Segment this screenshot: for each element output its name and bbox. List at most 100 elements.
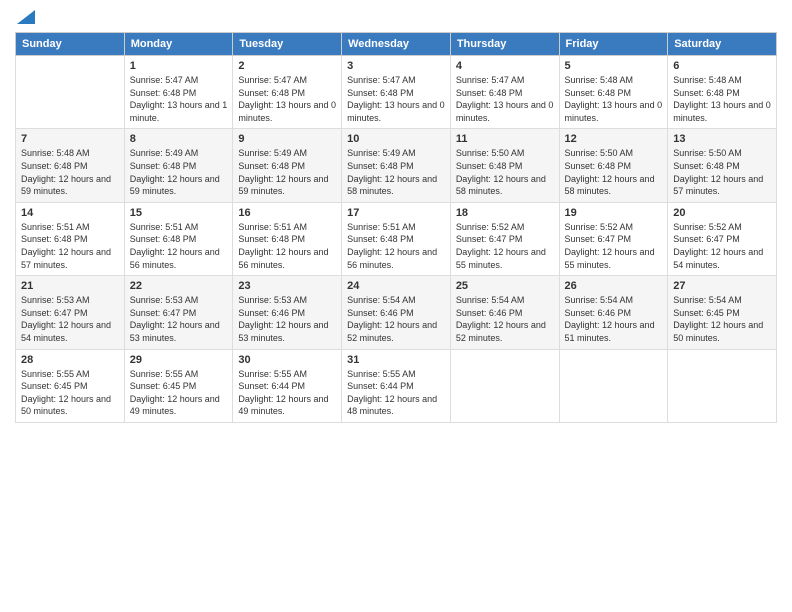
calendar-cell: 31Sunrise: 5:55 AMSunset: 6:44 PMDayligh…: [342, 349, 451, 422]
calendar-cell: 10 Sunrise: 5:49 AMSunset: 6:48 PMDayligh…: [342, 129, 451, 202]
calendar-cell: 29 Sunrise: 5:55 AMSunset: 6:45 PMDayligh…: [124, 349, 233, 422]
day-info: Sunrise: 5:55 AMSunset: 6:45 PMDaylight:…: [21, 368, 119, 418]
header: [15, 10, 777, 24]
day-number: 17: [347, 207, 445, 219]
weekday-header-friday: Friday: [559, 33, 668, 56]
calendar-cell: 1 Sunrise: 5:47 AMSunset: 6:48 PMDaylight…: [124, 56, 233, 129]
calendar-cell: [559, 349, 668, 422]
calendar-cell: [668, 349, 777, 422]
logo: [15, 10, 35, 24]
day-info: Sunrise: 5:47 AMSunset: 6:48 PMDaylight:…: [238, 74, 336, 124]
day-number: 13: [673, 133, 771, 145]
day-number: 20: [673, 207, 771, 219]
day-number: 1: [130, 60, 228, 72]
day-number: 9: [238, 133, 336, 145]
day-info: Sunrise: 5:53 AMSunset: 6:47 PMDaylight:…: [130, 294, 228, 344]
day-info: Sunrise: 5:51 AMSunset: 6:48 PMDaylight:…: [130, 221, 228, 271]
week-row-2: 7 Sunrise: 5:48 AMSunset: 6:48 PMDaylight…: [16, 129, 777, 202]
calendar-cell: 26Sunrise: 5:54 AMSunset: 6:46 PMDayligh…: [559, 276, 668, 349]
day-info: Sunrise: 5:54 AMSunset: 6:46 PMDaylight:…: [347, 294, 445, 344]
calendar-cell: 24 Sunrise: 5:54 AMSunset: 6:46 PMDayligh…: [342, 276, 451, 349]
day-info: Sunrise: 5:50 AMSunset: 6:48 PMDaylight:…: [565, 147, 663, 197]
day-info: Sunrise: 5:49 AMSunset: 6:48 PMDaylight:…: [130, 147, 228, 197]
calendar-cell: 11 Sunrise: 5:50 AMSunset: 6:48 PMDayligh…: [450, 129, 559, 202]
day-info: Sunrise: 5:54 AMSunset: 6:45 PMDaylight:…: [673, 294, 771, 344]
calendar-cell: 20 Sunrise: 5:52 AMSunset: 6:47 PMDayligh…: [668, 202, 777, 275]
calendar-cell: 19 Sunrise: 5:52 AMSunset: 6:47 PMDayligh…: [559, 202, 668, 275]
calendar-cell: 16 Sunrise: 5:51 AMSunset: 6:48 PMDayligh…: [233, 202, 342, 275]
day-info: Sunrise: 5:51 AMSunset: 6:48 PMDaylight:…: [238, 221, 336, 271]
day-number: 21: [21, 280, 119, 292]
week-row-3: 14 Sunrise: 5:51 AMSunset: 6:48 PMDayligh…: [16, 202, 777, 275]
calendar-cell: [16, 56, 125, 129]
weekday-header-row: SundayMondayTuesdayWednesdayThursdayFrid…: [16, 33, 777, 56]
day-number: 7: [21, 133, 119, 145]
day-info: Sunrise: 5:55 AMSunset: 6:45 PMDaylight:…: [130, 368, 228, 418]
calendar-cell: 28 Sunrise: 5:55 AMSunset: 6:45 PMDayligh…: [16, 349, 125, 422]
day-number: 29: [130, 354, 228, 366]
calendar-cell: 17 Sunrise: 5:51 AMSunset: 6:48 PMDayligh…: [342, 202, 451, 275]
day-number: 15: [130, 207, 228, 219]
logo-icon: [17, 10, 35, 24]
day-number: 31: [347, 354, 445, 366]
day-number: 3: [347, 60, 445, 72]
day-number: 18: [456, 207, 554, 219]
calendar-cell: 8 Sunrise: 5:49 AMSunset: 6:48 PMDaylight…: [124, 129, 233, 202]
day-info: Sunrise: 5:48 AMSunset: 6:48 PMDaylight:…: [21, 147, 119, 197]
day-info: Sunrise: 5:52 AMSunset: 6:47 PMDaylight:…: [456, 221, 554, 271]
weekday-header-tuesday: Tuesday: [233, 33, 342, 56]
weekday-header-saturday: Saturday: [668, 33, 777, 56]
weekday-header-thursday: Thursday: [450, 33, 559, 56]
day-info: Sunrise: 5:51 AMSunset: 6:48 PMDaylight:…: [347, 221, 445, 271]
day-number: 4: [456, 60, 554, 72]
calendar-cell: 15 Sunrise: 5:51 AMSunset: 6:48 PMDayligh…: [124, 202, 233, 275]
day-info: Sunrise: 5:50 AMSunset: 6:48 PMDaylight:…: [456, 147, 554, 197]
day-info: Sunrise: 5:52 AMSunset: 6:47 PMDaylight:…: [565, 221, 663, 271]
day-number: 12: [565, 133, 663, 145]
calendar-cell: 30Sunrise: 5:55 AMSunset: 6:44 PMDayligh…: [233, 349, 342, 422]
day-number: 24: [347, 280, 445, 292]
day-info: Sunrise: 5:47 AMSunset: 6:48 PMDaylight:…: [130, 74, 228, 124]
calendar-table: SundayMondayTuesdayWednesdayThursdayFrid…: [15, 32, 777, 423]
day-info: Sunrise: 5:54 AMSunset: 6:46 PMDaylight:…: [456, 294, 554, 344]
calendar-cell: 12 Sunrise: 5:50 AMSunset: 6:48 PMDayligh…: [559, 129, 668, 202]
day-info: Sunrise: 5:52 AMSunset: 6:47 PMDaylight:…: [673, 221, 771, 271]
day-number: 5: [565, 60, 663, 72]
day-number: 19: [565, 207, 663, 219]
day-number: 26: [565, 280, 663, 292]
day-info: Sunrise: 5:48 AMSunset: 6:48 PMDaylight:…: [673, 74, 771, 124]
day-number: 14: [21, 207, 119, 219]
calendar-cell: 3 Sunrise: 5:47 AMSunset: 6:48 PMDaylight…: [342, 56, 451, 129]
calendar-cell: 9 Sunrise: 5:49 AMSunset: 6:48 PMDaylight…: [233, 129, 342, 202]
day-info: Sunrise: 5:50 AMSunset: 6:48 PMDaylight:…: [673, 147, 771, 197]
calendar-cell: 25Sunrise: 5:54 AMSunset: 6:46 PMDayligh…: [450, 276, 559, 349]
calendar-page: SundayMondayTuesdayWednesdayThursdayFrid…: [0, 0, 792, 612]
day-number: 11: [456, 133, 554, 145]
day-info: Sunrise: 5:53 AMSunset: 6:46 PMDaylight:…: [238, 294, 336, 344]
day-info: Sunrise: 5:47 AMSunset: 6:48 PMDaylight:…: [347, 74, 445, 124]
day-info: Sunrise: 5:51 AMSunset: 6:48 PMDaylight:…: [21, 221, 119, 271]
day-number: 22: [130, 280, 228, 292]
calendar-cell: 6 Sunrise: 5:48 AMSunset: 6:48 PMDaylight…: [668, 56, 777, 129]
calendar-cell: 5 Sunrise: 5:48 AMSunset: 6:48 PMDaylight…: [559, 56, 668, 129]
week-row-4: 21 Sunrise: 5:53 AMSunset: 6:47 PMDayligh…: [16, 276, 777, 349]
day-number: 6: [673, 60, 771, 72]
day-info: Sunrise: 5:49 AMSunset: 6:48 PMDaylight:…: [347, 147, 445, 197]
day-info: Sunrise: 5:48 AMSunset: 6:48 PMDaylight:…: [565, 74, 663, 124]
calendar-cell: 2Sunrise: 5:47 AMSunset: 6:48 PMDaylight…: [233, 56, 342, 129]
week-row-1: 1 Sunrise: 5:47 AMSunset: 6:48 PMDaylight…: [16, 56, 777, 129]
day-number: 10: [347, 133, 445, 145]
calendar-cell: 27Sunrise: 5:54 AMSunset: 6:45 PMDayligh…: [668, 276, 777, 349]
calendar-cell: 23Sunrise: 5:53 AMSunset: 6:46 PMDayligh…: [233, 276, 342, 349]
calendar-cell: 7 Sunrise: 5:48 AMSunset: 6:48 PMDaylight…: [16, 129, 125, 202]
calendar-cell: 13 Sunrise: 5:50 AMSunset: 6:48 PMDayligh…: [668, 129, 777, 202]
day-info: Sunrise: 5:55 AMSunset: 6:44 PMDaylight:…: [238, 368, 336, 418]
calendar-cell: 18 Sunrise: 5:52 AMSunset: 6:47 PMDayligh…: [450, 202, 559, 275]
day-number: 8: [130, 133, 228, 145]
calendar-cell: 14 Sunrise: 5:51 AMSunset: 6:48 PMDayligh…: [16, 202, 125, 275]
weekday-header-wednesday: Wednesday: [342, 33, 451, 56]
day-number: 16: [238, 207, 336, 219]
day-number: 28: [21, 354, 119, 366]
day-info: Sunrise: 5:49 AMSunset: 6:48 PMDaylight:…: [238, 147, 336, 197]
weekday-header-monday: Monday: [124, 33, 233, 56]
